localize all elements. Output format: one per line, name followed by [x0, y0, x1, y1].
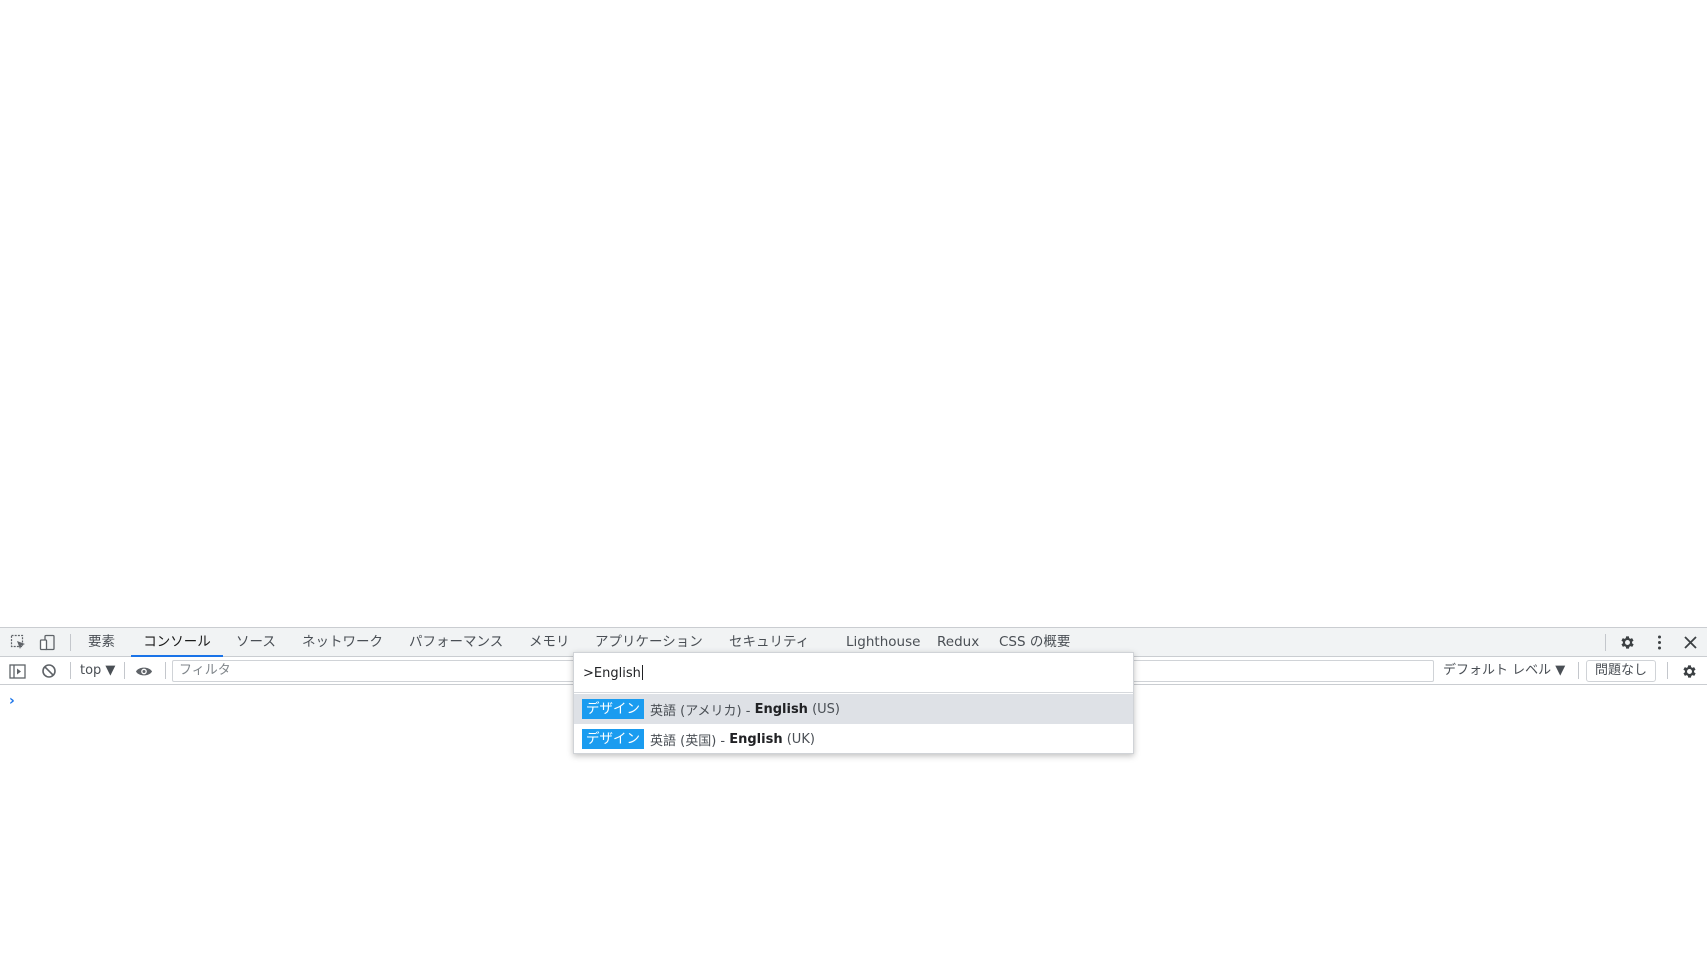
- console-prompt-chevron-icon[interactable]: ›: [9, 693, 15, 709]
- command-item-english-uk[interactable]: デザイン 英語 (英国) - English (UK): [574, 724, 1133, 754]
- tab-sources[interactable]: ソース: [236, 628, 276, 656]
- log-level-select[interactable]: デフォルト レベル ▼: [1443, 661, 1565, 681]
- command-menu: >English デザイン 英語 (アメリカ) - English (US) デ…: [573, 652, 1134, 754]
- toolbar-divider: [1605, 634, 1606, 651]
- live-expression-eye-icon[interactable]: [135, 662, 153, 680]
- command-label-prefix: 英語 (英国) -: [650, 733, 730, 749]
- tab-network[interactable]: ネットワーク: [302, 628, 383, 656]
- command-item-english-us[interactable]: デザイン 英語 (アメリカ) - English (US): [574, 694, 1133, 724]
- issues-counter-button[interactable]: 問題なし: [1586, 660, 1657, 682]
- category-badge: デザイン: [582, 699, 644, 719]
- console-settings-gear-icon[interactable]: [1680, 662, 1698, 680]
- settings-gear-icon[interactable]: [1618, 633, 1636, 651]
- command-menu-input[interactable]: >English: [574, 653, 1133, 693]
- javascript-context-select[interactable]: top ▼: [80, 661, 115, 681]
- inspect-element-icon[interactable]: [9, 633, 27, 651]
- toolbar-divider: [1578, 662, 1579, 679]
- toolbar-divider: [124, 662, 125, 679]
- text-caret: [641, 665, 643, 680]
- toolbar-divider: [1667, 662, 1668, 679]
- toolbar-divider: [165, 662, 166, 679]
- command-label-suffix: (UK): [782, 731, 815, 747]
- command-query: English: [593, 666, 641, 681]
- more-options-icon[interactable]: [1650, 633, 1668, 651]
- clear-console-icon[interactable]: [40, 662, 58, 680]
- command-label-suffix: (US): [807, 701, 840, 717]
- command-label-match: English: [729, 731, 783, 747]
- command-label-prefix: 英語 (アメリカ) -: [650, 703, 755, 719]
- command-prefix: >: [583, 666, 594, 681]
- command-label-match: English: [754, 701, 808, 717]
- close-devtools-icon[interactable]: [1681, 633, 1699, 651]
- device-toolbar-icon[interactable]: [38, 633, 56, 651]
- toolbar-divider: [70, 662, 71, 679]
- inspected-page: [0, 0, 1707, 627]
- tab-performance[interactable]: パフォーマンス: [409, 628, 503, 656]
- tab-console[interactable]: コンソール: [131, 628, 223, 657]
- category-badge: デザイン: [582, 729, 644, 749]
- tab-memory[interactable]: メモリ: [529, 628, 570, 656]
- tab-elements[interactable]: 要素: [88, 628, 115, 656]
- show-sidebar-icon[interactable]: [8, 662, 26, 680]
- toolbar-divider: [70, 634, 71, 651]
